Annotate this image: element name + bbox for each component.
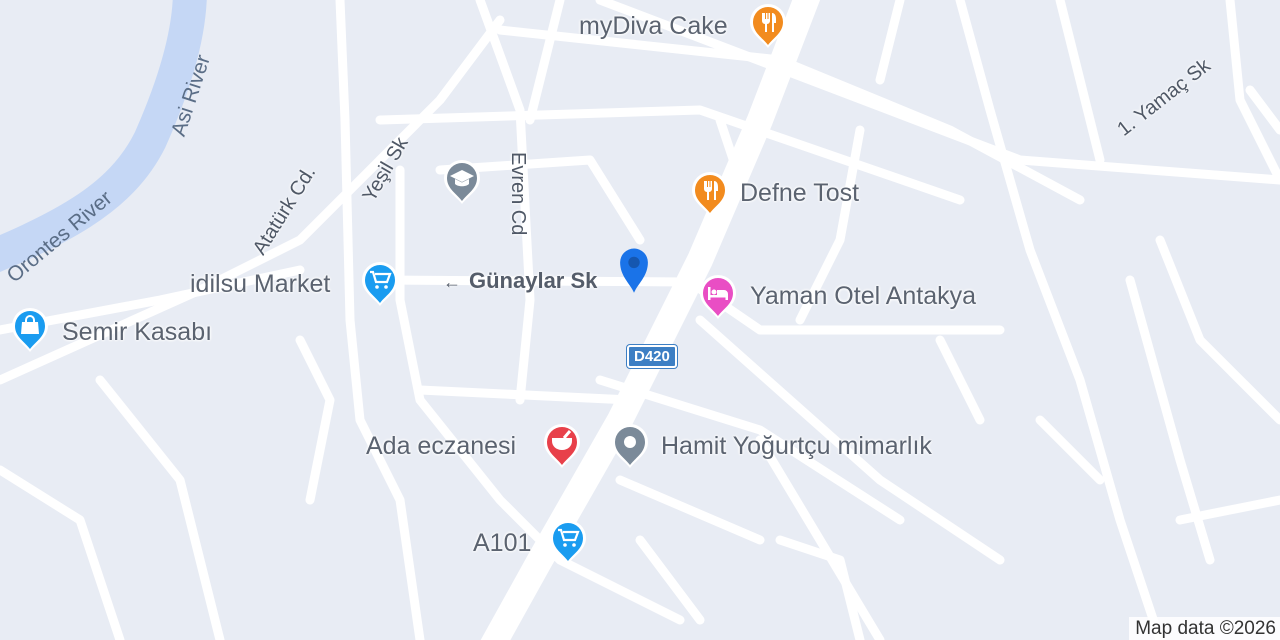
poi-hamit-label: Hamit Yoğurtçu mimarlık: [661, 432, 932, 460]
street-gunaylar: ← Günaylar Sk: [443, 268, 597, 294]
map-canvas[interactable]: Orontes River Asi River Atatürk Cd. Yeşi…: [0, 0, 1280, 640]
map-attribution: Map data ©2026: [1129, 617, 1280, 640]
poi-mydiva-label: myDiva Cake: [579, 12, 728, 40]
poi-yaman-label: Yaman Otel Antakya: [750, 282, 977, 310]
shopping-bag-icon: [10, 306, 50, 354]
street-evren: Evren Cd: [507, 152, 529, 236]
hotel-icon: [698, 273, 738, 321]
restaurant-icon: [690, 170, 730, 218]
school-icon: [442, 158, 482, 206]
poi-a101-label: A101: [473, 529, 532, 557]
poi-idilsu-label: idilsu Market: [190, 270, 331, 298]
place-icon: [610, 422, 650, 470]
pharmacy-icon: [542, 422, 582, 470]
poi-semir-label: Semir Kasabı: [62, 318, 213, 346]
location-pin-icon[interactable]: [614, 246, 666, 322]
river: [0, 0, 207, 272]
restaurant-icon: [748, 2, 788, 50]
shopping-cart-icon: [360, 260, 400, 308]
poi-ada-label: Ada eczanesi: [366, 432, 517, 460]
street-gunaylar-label: Günaylar Sk: [469, 268, 598, 293]
poi-defne-label: Defne Tost: [740, 179, 860, 207]
shopping-cart-icon: [548, 518, 588, 566]
road-badge-d420: D420: [627, 345, 677, 368]
arrow-left-icon: ←: [443, 272, 461, 292]
